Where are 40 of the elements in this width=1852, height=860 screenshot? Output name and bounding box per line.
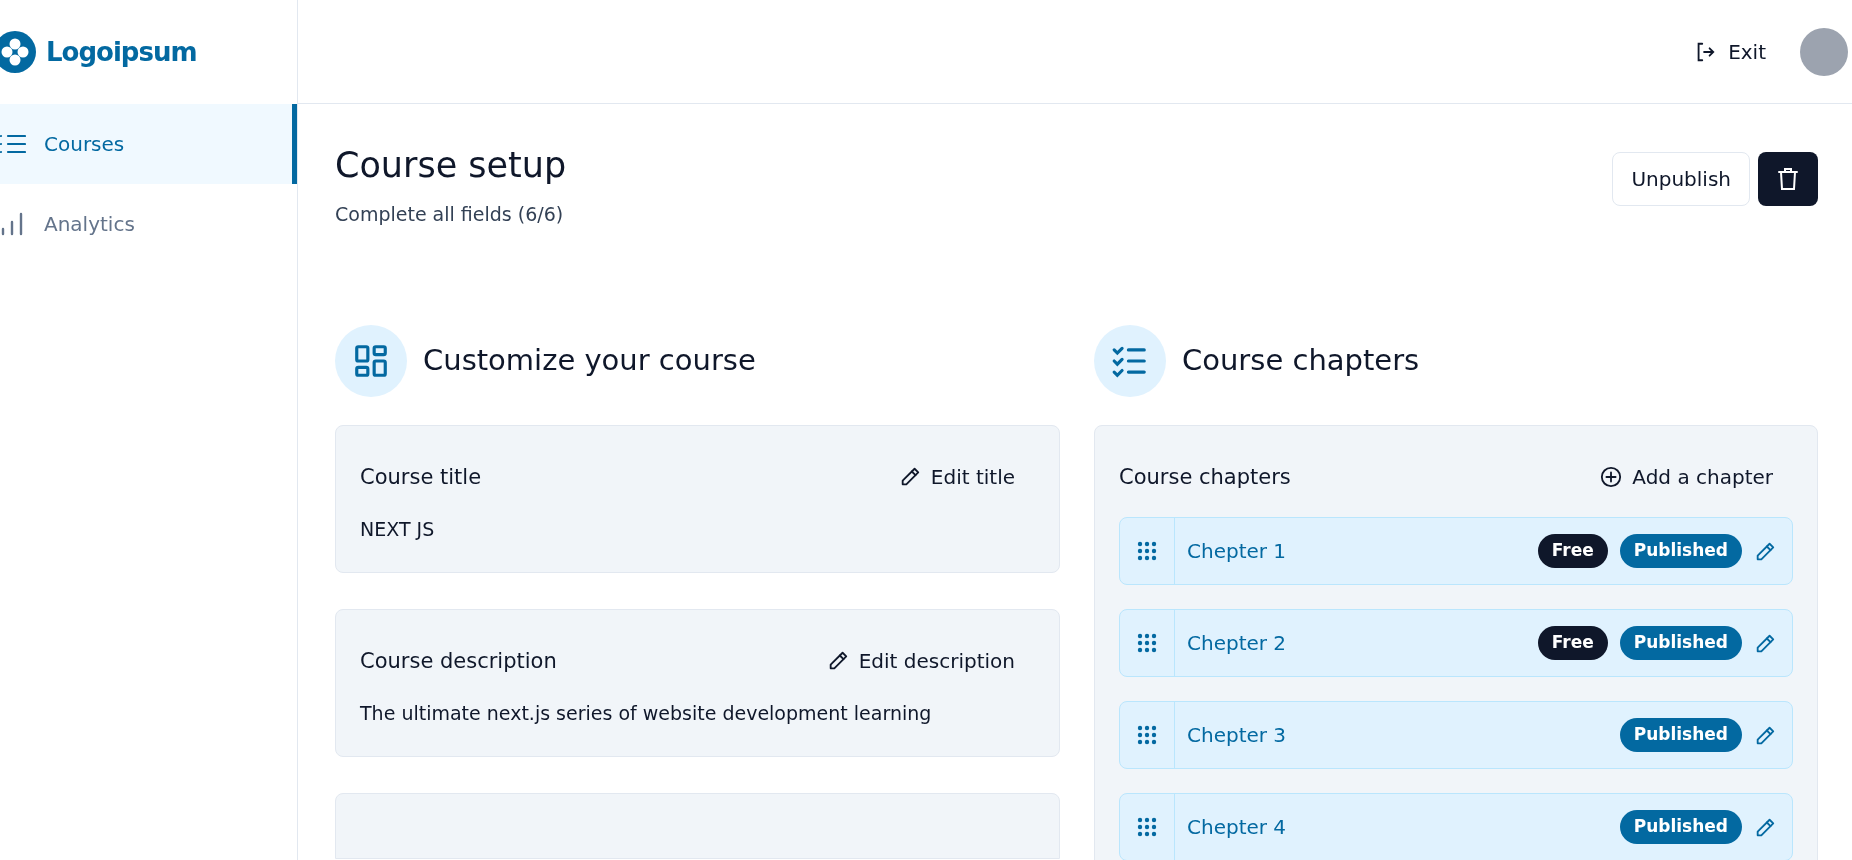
plus-circle-icon xyxy=(1600,466,1623,489)
sidebar-item[interactable]: Analytics xyxy=(0,184,297,264)
chapter-title: Chepter 2 xyxy=(1186,630,1288,657)
chapter-item[interactable]: Chepter 3 Published xyxy=(1119,701,1793,769)
field-label: Course description xyxy=(360,647,557,675)
chapter-item[interactable]: Chepter 2 Free Published xyxy=(1119,609,1793,677)
card-title: Course chapters xyxy=(1119,463,1291,491)
sidebar-item[interactable]: Courses xyxy=(0,104,297,184)
pencil-icon xyxy=(1754,540,1776,563)
section-heading: Course chapters xyxy=(1182,343,1420,378)
chapter-title: Chepter 3 xyxy=(1186,722,1288,749)
brand-name: Logoipsum xyxy=(46,35,197,69)
section-heading: Customize your course xyxy=(423,343,756,378)
status-badge: Published xyxy=(1619,810,1742,844)
chapter-title: Chepter 4 xyxy=(1186,814,1288,841)
edit-button[interactable]: Edit title xyxy=(898,462,1035,493)
status-badge: Published xyxy=(1619,534,1742,568)
logo-icon xyxy=(0,31,36,73)
edit-button[interactable]: Edit description xyxy=(826,646,1035,677)
pencil-icon xyxy=(1754,724,1776,747)
field-label: Course title xyxy=(360,463,482,491)
chapter-title: Chepter 1 xyxy=(1186,538,1288,565)
unpublish-button[interactable]: Unpublish xyxy=(1612,152,1750,206)
page-title: Course setup xyxy=(335,144,567,186)
status-badge: Published xyxy=(1619,718,1742,752)
chapter-item[interactable]: Chepter 4 Published xyxy=(1119,793,1793,860)
pencil-icon xyxy=(1754,816,1776,839)
status-badge: Published xyxy=(1619,626,1742,660)
delete-button[interactable] xyxy=(1758,152,1818,206)
completion-text: Complete all fields (6/6) xyxy=(335,202,565,227)
add-chapter-button[interactable]: Add a chapter xyxy=(1600,462,1793,493)
field-value: NEXT JS xyxy=(360,517,436,542)
trash-icon xyxy=(1777,167,1799,191)
list-icon xyxy=(0,133,26,155)
chapter-item[interactable]: Chepter 1 Free Published xyxy=(1119,517,1793,585)
free-badge: Free xyxy=(1537,626,1608,660)
pencil-icon xyxy=(1754,632,1776,655)
field-value: The ultimate next.js series of website development learning xyxy=(360,701,933,726)
free-badge: Free xyxy=(1537,534,1608,568)
exit-button[interactable]: Exit xyxy=(1688,35,1772,68)
